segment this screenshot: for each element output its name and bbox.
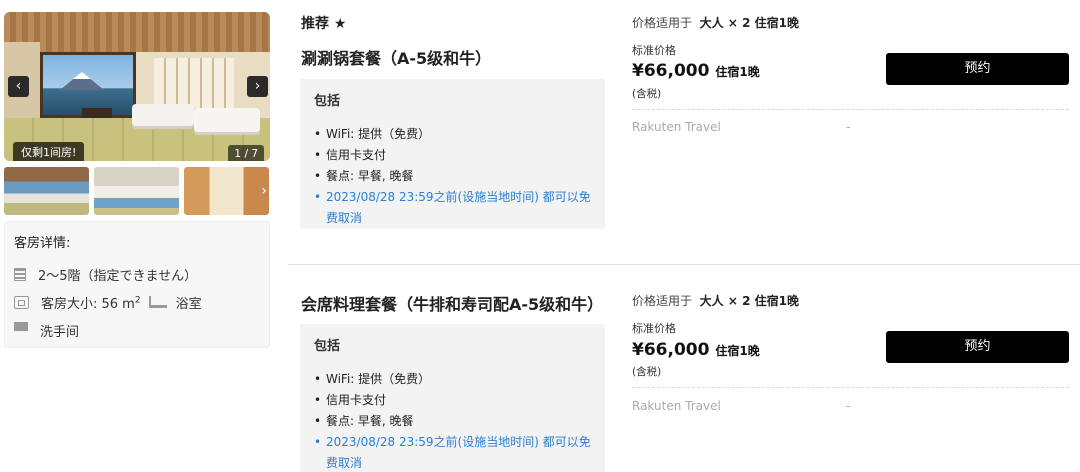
- building-icon: [14, 267, 26, 281]
- price-label: 标准价格: [632, 44, 676, 57]
- price-applies: 价格适用于 大人 × 2 住宿1晚: [632, 16, 799, 30]
- thumbnail-next-icon[interactable]: ›: [258, 181, 270, 201]
- bathtub-icon: [148, 296, 167, 308]
- floor-text: 2〜5階（指定できません）: [38, 268, 198, 284]
- includes-list: WiFi: 提供（免费） 信用卡支付 餐点: 早餐, 晚餐 2023/08/28…: [314, 124, 591, 229]
- thumbnail[interactable]: [4, 167, 89, 215]
- room-details-title: 客房详情:: [14, 236, 71, 251]
- free-cancellation-link[interactable]: 2023/08/28 23:59之前(设施当地时间) 都可以免费取消: [314, 187, 591, 229]
- price-label: 标准价格: [632, 322, 676, 335]
- include-item: 信用卡支付: [314, 145, 591, 166]
- include-item: 信用卡支付: [314, 390, 591, 411]
- price-amount: ¥66,000 住宿1晚: [632, 61, 760, 81]
- plan-divider: [288, 264, 1080, 265]
- includes-box: 包括 WiFi: 提供（免费） 信用卡支付 餐点: 早餐, 晚餐 2023/08…: [300, 324, 605, 472]
- size-row: 客房大小: 56 m2 浴室: [14, 288, 260, 316]
- include-item: WiFi: 提供（免费）: [314, 124, 591, 145]
- provider-name: Rakuten Travel: [632, 120, 721, 134]
- photo-page-indicator: 1 / 7: [228, 145, 264, 161]
- divider: [632, 109, 1069, 110]
- tax-note: (含税): [632, 88, 662, 100]
- room-photo: [4, 12, 270, 161]
- recommend-badge: 推荐 ★: [301, 16, 347, 32]
- rooms-left-badge: 仅剩1间房!: [13, 142, 85, 161]
- plan-name: 涮涮锅套餐（A-5级和牛）: [301, 49, 492, 68]
- price-applies: 价格适用于 大人 × 2 住宿1晚: [632, 294, 799, 308]
- room-size-icon: [14, 295, 29, 309]
- room-details-panel: 客房详情: 2〜5階（指定できません） 客房大小: 56 m2 浴室 洗手间: [4, 221, 270, 348]
- toilet-icon: [14, 322, 28, 338]
- plan-name: 会席料理套餐（牛排和寿司配A-5级和牛）: [301, 295, 604, 314]
- tax-note: (含税): [632, 366, 662, 378]
- book-button[interactable]: 预约: [886, 331, 1069, 363]
- thumbnail[interactable]: [184, 167, 269, 215]
- carousel-prev-button[interactable]: ‹: [8, 76, 29, 97]
- price-amount: ¥66,000 住宿1晚: [632, 340, 760, 360]
- carousel-next-button[interactable]: ›: [247, 76, 268, 97]
- toilet-row: 洗手间: [14, 316, 260, 344]
- includes-title: 包括: [314, 94, 341, 109]
- book-button[interactable]: 预约: [886, 53, 1069, 85]
- thumbnail[interactable]: [94, 167, 179, 215]
- provider-name: Rakuten Travel: [632, 399, 721, 413]
- include-item: 餐点: 早餐, 晚餐: [314, 166, 591, 187]
- includes-list: WiFi: 提供（免费） 信用卡支付 餐点: 早餐, 晚餐 2023/08/28…: [314, 369, 591, 472]
- include-item: 餐点: 早餐, 晚餐: [314, 411, 591, 432]
- divider: [632, 387, 1069, 388]
- bath-text: 浴室: [175, 296, 202, 312]
- include-item: WiFi: 提供（免费）: [314, 369, 591, 390]
- provider-value: -: [846, 399, 851, 413]
- room-photo-carousel[interactable]: ‹ › 仅剩1间房! 1 / 7: [4, 12, 270, 161]
- toilet-text: 洗手间: [40, 324, 80, 340]
- includes-box: 包括 WiFi: 提供（免费） 信用卡支付 餐点: 早餐, 晚餐 2023/08…: [300, 79, 605, 229]
- provider-value: -: [846, 120, 851, 134]
- floor-row: 2〜5階（指定できません）: [14, 260, 260, 288]
- thumbnail-strip: ›: [4, 167, 270, 215]
- free-cancellation-link[interactable]: 2023/08/28 23:59之前(设施当地时间) 都可以免费取消: [314, 432, 591, 472]
- includes-title: 包括: [314, 339, 341, 354]
- room-size-text: 客房大小: 56 m2: [41, 295, 141, 312]
